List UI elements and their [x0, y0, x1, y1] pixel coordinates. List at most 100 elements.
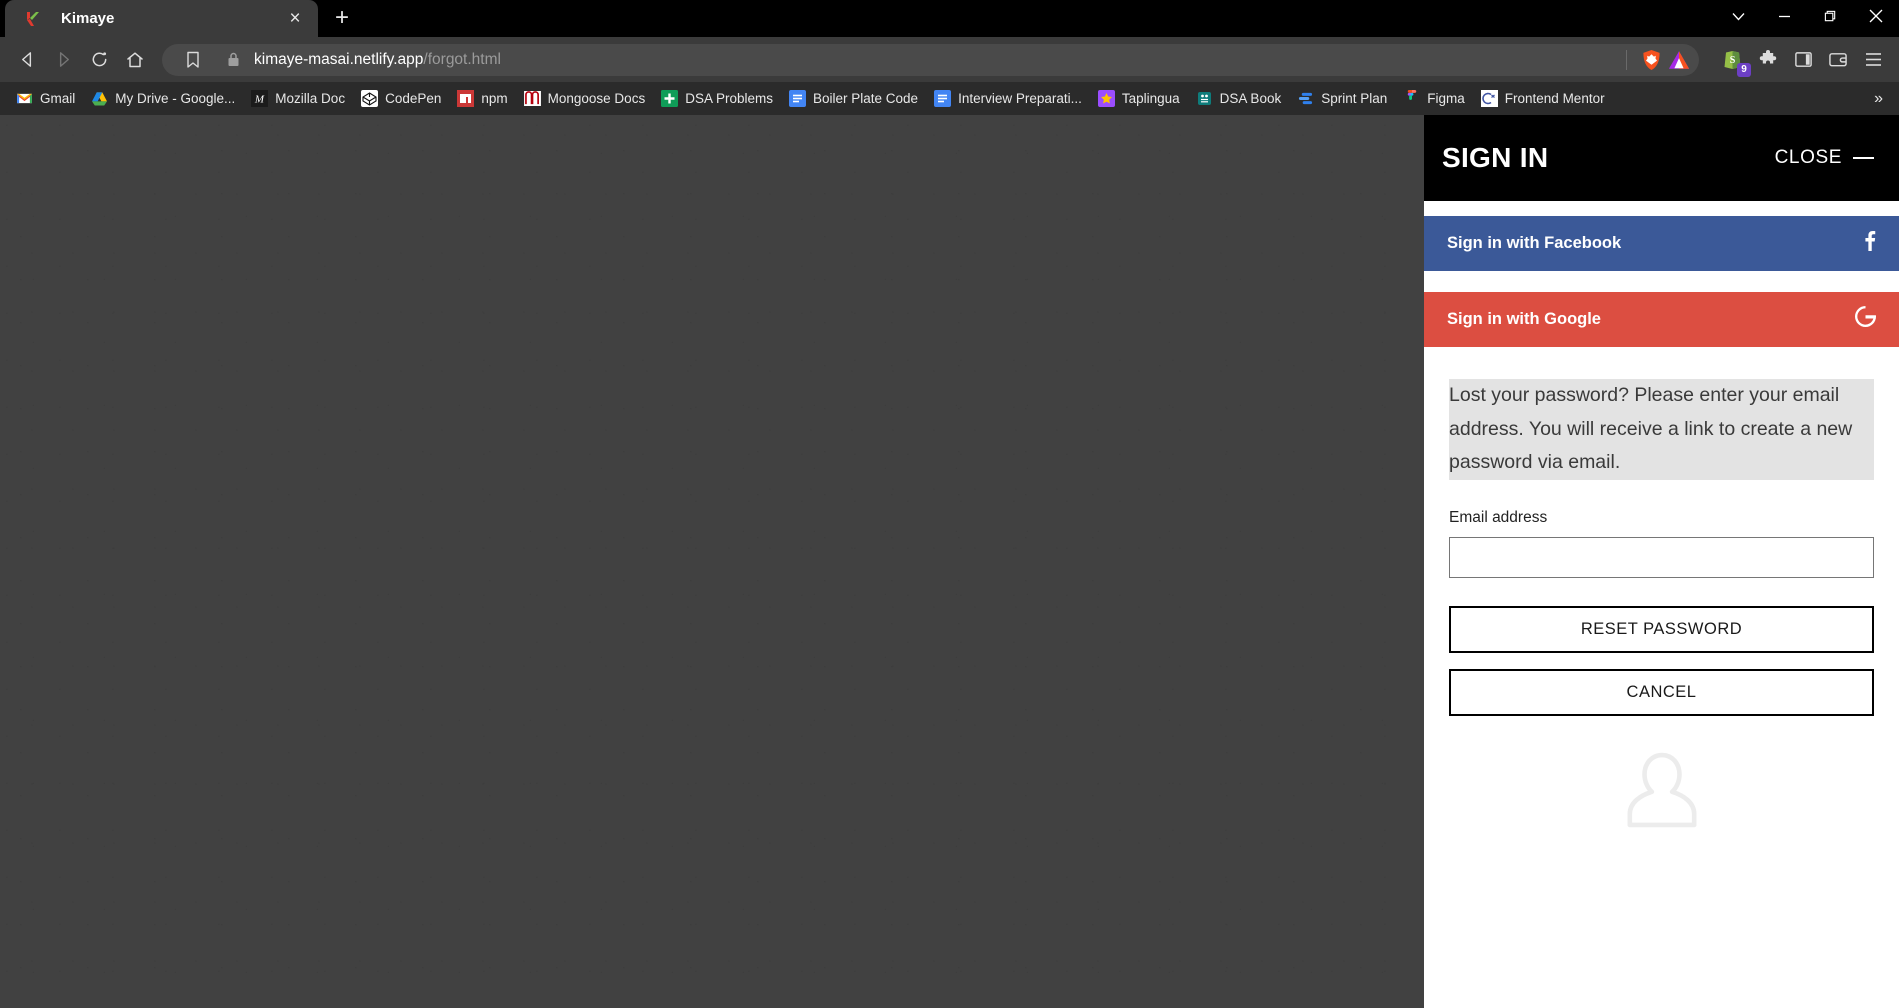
npm-icon	[457, 90, 475, 107]
close-window-icon[interactable]	[1853, 0, 1899, 32]
google-drive-icon	[91, 90, 108, 107]
back-button[interactable]	[10, 43, 44, 77]
reset-password-button[interactable]: RESET PASSWORD	[1449, 605, 1874, 653]
browser-titlebar: Kimaye × +	[0, 0, 1899, 37]
bookmark-codepen[interactable]: CodePen	[353, 85, 449, 113]
forward-button[interactable]	[46, 43, 80, 77]
bookmark-npm[interactable]: npm	[449, 85, 515, 113]
page-viewport: SIGN IN CLOSE Sign in with Facebook Sign…	[0, 115, 1899, 1008]
gmail-icon	[16, 90, 33, 107]
home-button[interactable]	[118, 43, 152, 77]
tab-close-icon[interactable]: ×	[282, 6, 308, 32]
new-tab-button[interactable]: +	[324, 1, 360, 35]
browser-menu-icon[interactable]	[1857, 44, 1889, 76]
url-domain: kimaye-masai.netlify.app	[254, 50, 424, 68]
lost-password-description: Lost your password? Please enter your em…	[1449, 379, 1874, 480]
bookmark-dsa-book[interactable]: DSA Book	[1188, 85, 1290, 113]
sprint-icon	[1297, 90, 1314, 107]
bookmark-taplingua[interactable]: Taplingua	[1090, 85, 1188, 113]
bookmark-label: Boiler Plate Code	[813, 91, 919, 106]
minimize-dash-icon	[1853, 157, 1874, 159]
minimize-icon[interactable]	[1761, 0, 1807, 32]
sign-in-facebook-label: Sign in with Facebook	[1447, 234, 1622, 252]
lock-icon	[224, 51, 242, 69]
user-avatar-area	[1449, 744, 1874, 841]
bookmark-label: Mongoose Docs	[547, 91, 646, 106]
sidebar-panel-icon[interactable]	[1787, 44, 1819, 76]
address-bar[interactable]: kimaye-masai.netlify.app/forgot.html	[162, 43, 1699, 76]
url-path: /forgot.html	[423, 50, 501, 68]
close-panel-label: CLOSE	[1774, 147, 1842, 168]
shopify-badge-count: 9	[1737, 62, 1751, 77]
sign-in-panel-header: SIGN IN CLOSE	[1424, 115, 1899, 201]
brave-rewards-triangle-icon[interactable]	[1665, 46, 1693, 74]
facebook-f-icon	[1864, 230, 1876, 257]
bookmark-label: My Drive - Google...	[115, 91, 236, 106]
browser-toolbar: kimaye-masai.netlify.app/forgot.html S 9	[0, 37, 1899, 82]
bookmark-label: Frontend Mentor	[1504, 91, 1605, 106]
social-button-divider	[1424, 271, 1899, 292]
kimaye-k-logo-icon	[23, 9, 43, 29]
url-text[interactable]: kimaye-masai.netlify.app/forgot.html	[254, 51, 1616, 69]
sign-in-google-button[interactable]: Sign in with Google	[1424, 292, 1899, 347]
bookmark-sprint-plan[interactable]: Sprint Plan	[1289, 85, 1395, 113]
robot-icon	[1196, 90, 1213, 107]
bookmark-interview-preparation[interactable]: Interview Preparati...	[926, 85, 1090, 113]
bookmark-my-drive[interactable]: My Drive - Google...	[83, 85, 243, 113]
sign-in-facebook-button[interactable]: Sign in with Facebook	[1424, 216, 1899, 271]
bookmark-label: npm	[481, 91, 508, 106]
browser-window: Kimaye × + kimaye-masai.netlify.app/forg…	[0, 0, 1899, 1008]
bookmark-page-icon[interactable]	[178, 45, 208, 75]
social-sign-in-group: Sign in with Facebook Sign in with Googl…	[1424, 201, 1899, 347]
email-input[interactable]	[1449, 536, 1874, 578]
bookmark-mongoose-docs[interactable]: Mongoose Docs	[516, 85, 654, 113]
brave-shield-icon[interactable]	[1637, 46, 1665, 74]
bookmark-label: Taplingua	[1121, 91, 1180, 106]
bookmarks-overflow-button[interactable]: »	[1866, 90, 1891, 108]
mongoose-icon	[523, 90, 541, 107]
wallet-icon[interactable]	[1822, 44, 1854, 76]
bookmark-figma[interactable]: Figma	[1395, 85, 1473, 113]
page-title: SIGN IN	[1442, 142, 1549, 173]
codepen-icon	[361, 90, 379, 107]
bookmark-frontend-mentor[interactable]: Frontend Mentor	[1473, 85, 1613, 113]
tab-search-icon[interactable]	[1715, 0, 1761, 32]
toolbar-right-icons: S 9	[1709, 44, 1889, 77]
bookmark-label: Figma	[1427, 91, 1465, 106]
toolbar-divider	[1626, 49, 1627, 70]
bookmark-mozilla-doc[interactable]: M Mozilla Doc	[243, 85, 353, 113]
maximize-icon[interactable]	[1807, 0, 1853, 32]
bookmark-label: Mozilla Doc	[275, 91, 346, 106]
bookmark-label: Sprint Plan	[1321, 91, 1388, 106]
extensions-puzzle-icon[interactable]	[1752, 44, 1784, 76]
google-docs-icon	[789, 90, 806, 107]
window-controls	[1715, 0, 1899, 32]
bookmark-label: CodePen	[385, 91, 442, 106]
sign-in-google-label: Sign in with Google	[1447, 310, 1601, 328]
mdn-icon: M	[251, 90, 269, 107]
close-panel-button[interactable]: CLOSE	[1775, 147, 1874, 169]
tab-title: Kimaye	[61, 10, 115, 27]
user-avatar-icon	[1616, 744, 1708, 841]
bookmark-dsa-problems[interactable]: DSA Problems	[653, 85, 781, 113]
bookmark-label: Gmail	[40, 91, 76, 106]
frontend-mentor-icon	[1480, 90, 1498, 107]
bookmark-label: Interview Preparati...	[958, 91, 1082, 106]
reload-button[interactable]	[82, 43, 116, 77]
sign-in-panel: SIGN IN CLOSE Sign in with Facebook Sign…	[1424, 115, 1899, 1008]
figma-icon	[1403, 90, 1420, 107]
bookmark-gmail[interactable]: Gmail	[8, 85, 83, 113]
sheets-icon	[661, 90, 679, 107]
shopify-extension-icon[interactable]: S 9	[1717, 44, 1751, 77]
bookmark-boiler-plate-code[interactable]: Boiler Plate Code	[781, 85, 926, 113]
bookmarks-bar: Gmail My Drive - Google... M Mozilla Doc…	[0, 82, 1899, 115]
forgot-password-form: Lost your password? Please enter your em…	[1424, 347, 1899, 1008]
email-field-label: Email address	[1449, 508, 1548, 526]
bookmark-label: DSA Problems	[685, 91, 773, 106]
svg-text:S: S	[1730, 55, 1736, 66]
google-g-icon	[1855, 306, 1876, 333]
browser-tab-kimaye[interactable]: Kimaye ×	[5, 0, 318, 37]
google-docs-icon	[934, 90, 952, 107]
cancel-button[interactable]: CANCEL	[1449, 668, 1874, 716]
svg-text:M: M	[254, 94, 265, 106]
